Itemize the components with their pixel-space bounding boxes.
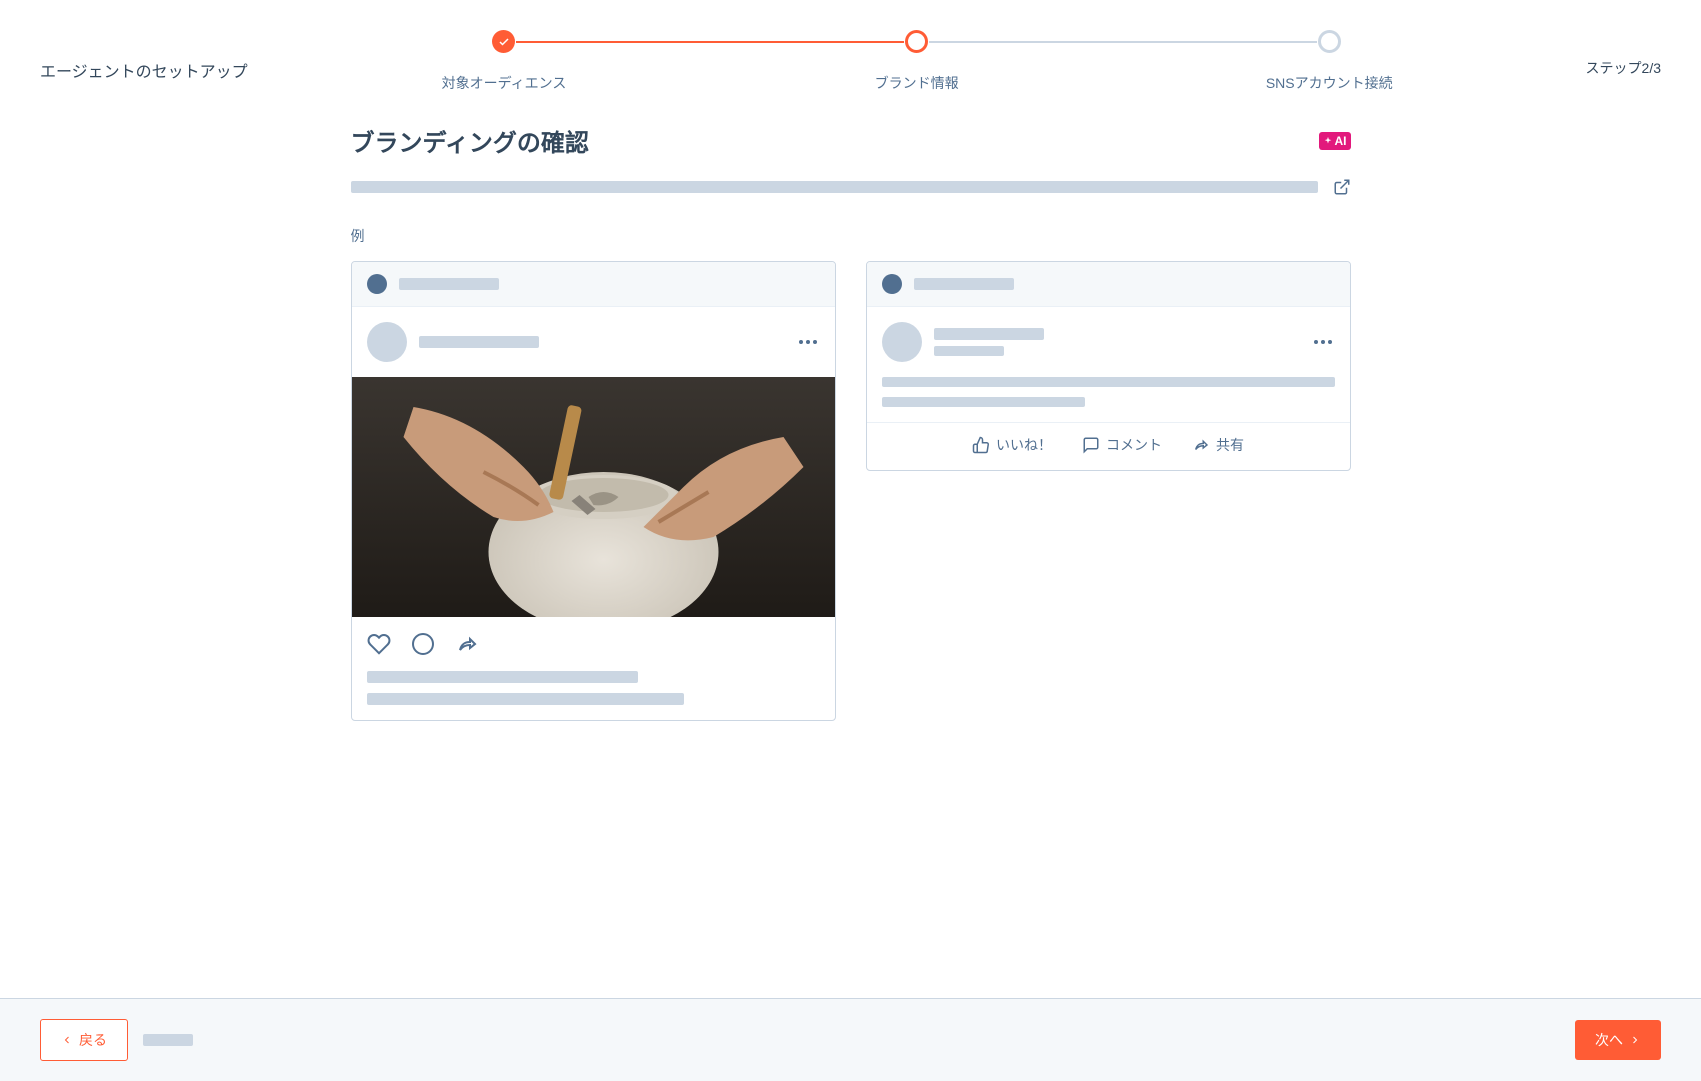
like-label: いいね！ bbox=[996, 435, 1052, 455]
step-sns-connect[interactable]: SNSアカウント接続 bbox=[1123, 30, 1536, 93]
footer-skeleton bbox=[143, 1034, 193, 1046]
skeleton-line bbox=[882, 377, 1335, 387]
platform-header bbox=[352, 262, 835, 307]
wizard-header: エージェントのセットアップ 対象オーディエンス ブランド情報 bbox=[0, 0, 1701, 123]
heart-icon[interactable] bbox=[367, 632, 391, 656]
back-button[interactable]: 戻る bbox=[40, 1019, 128, 1061]
share-icon[interactable] bbox=[455, 632, 479, 656]
share-arrow-icon bbox=[1192, 436, 1210, 454]
share-label: 共有 bbox=[1216, 435, 1244, 455]
step-circle-active bbox=[905, 30, 928, 53]
instagram-preview-card bbox=[351, 261, 836, 721]
step-brand-info[interactable]: ブランド情報 bbox=[710, 30, 1123, 93]
chevron-right-icon bbox=[1629, 1034, 1641, 1046]
sparkle-icon bbox=[1323, 136, 1333, 146]
card-caption bbox=[352, 671, 835, 720]
card-user-left bbox=[367, 322, 539, 362]
skeleton-line bbox=[367, 671, 639, 683]
wizard-title: エージェントのセットアップ bbox=[40, 30, 248, 82]
card-user-header bbox=[352, 307, 835, 377]
back-label: 戻る bbox=[79, 1030, 107, 1050]
card-user-header bbox=[867, 307, 1350, 377]
linkedin-body bbox=[867, 377, 1350, 422]
stepper-container: 対象オーディエンス ブランド情報 SNSアカウント接続 bbox=[298, 30, 1536, 93]
next-button[interactable]: 次へ bbox=[1575, 1020, 1661, 1060]
comment-circle-icon[interactable] bbox=[411, 632, 435, 656]
like-button[interactable]: いいね！ bbox=[972, 435, 1052, 455]
stepper: 対象オーディエンス ブランド情報 SNSアカウント接続 bbox=[298, 30, 1536, 93]
main-content: ブランディングの確認 AI 例 bbox=[321, 123, 1381, 841]
footer-bar: 戻る 次へ bbox=[0, 998, 1701, 1081]
user-info-skeleton bbox=[934, 328, 1044, 356]
comment-label: コメント bbox=[1106, 435, 1162, 455]
step-audience[interactable]: 対象オーディエンス bbox=[298, 30, 711, 93]
user-info-skeleton bbox=[419, 336, 539, 348]
step-circle-pending bbox=[1318, 30, 1341, 53]
ai-badge-text: AI bbox=[1335, 134, 1347, 148]
check-icon bbox=[498, 36, 510, 48]
more-horizontal-icon bbox=[1311, 330, 1335, 354]
section-title: ブランディングの確認 bbox=[351, 123, 589, 158]
thumbs-up-icon bbox=[972, 436, 990, 454]
step-label: SNSアカウント接続 bbox=[1266, 73, 1393, 93]
step-label: 対象オーディエンス bbox=[442, 73, 567, 93]
step-circle-completed bbox=[492, 30, 515, 53]
ai-badge: AI bbox=[1319, 132, 1351, 150]
skeleton-line bbox=[934, 346, 1004, 356]
linkedin-actions: いいね！ コメント 共有 bbox=[867, 422, 1350, 470]
avatar bbox=[367, 322, 407, 362]
skeleton-line bbox=[419, 336, 539, 348]
more-options-button[interactable] bbox=[796, 330, 820, 354]
share-button[interactable]: 共有 bbox=[1192, 435, 1244, 455]
url-skeleton bbox=[351, 181, 1318, 193]
more-options-button[interactable] bbox=[1311, 330, 1335, 354]
more-horizontal-icon bbox=[796, 330, 820, 354]
platform-header bbox=[867, 262, 1350, 307]
external-link-icon[interactable] bbox=[1333, 178, 1351, 196]
skeleton-line bbox=[882, 397, 1086, 407]
section-header: ブランディングの確認 AI bbox=[351, 123, 1351, 158]
platform-name-skeleton bbox=[914, 278, 1014, 290]
comment-button[interactable]: コメント bbox=[1082, 435, 1162, 455]
example-label: 例 bbox=[351, 226, 1351, 246]
skeleton-line bbox=[367, 693, 684, 705]
cards-row: いいね！ コメント 共有 bbox=[351, 261, 1351, 721]
platform-name-skeleton bbox=[399, 278, 499, 290]
avatar bbox=[882, 322, 922, 362]
step-label: ブランド情報 bbox=[875, 73, 959, 93]
step-count: ステップ2/3 bbox=[1586, 30, 1661, 78]
card-actions bbox=[352, 617, 835, 671]
card-user-left bbox=[882, 322, 1044, 362]
next-label: 次へ bbox=[1595, 1030, 1623, 1050]
platform-dot-icon bbox=[882, 274, 902, 294]
skeleton-line bbox=[934, 328, 1044, 340]
comment-icon bbox=[1082, 436, 1100, 454]
platform-dot-icon bbox=[367, 274, 387, 294]
linkedin-preview-card: いいね！ コメント 共有 bbox=[866, 261, 1351, 471]
footer-left: 戻る bbox=[40, 1019, 193, 1061]
post-image bbox=[352, 377, 835, 617]
chevron-left-icon bbox=[61, 1034, 73, 1046]
url-row bbox=[351, 178, 1351, 196]
